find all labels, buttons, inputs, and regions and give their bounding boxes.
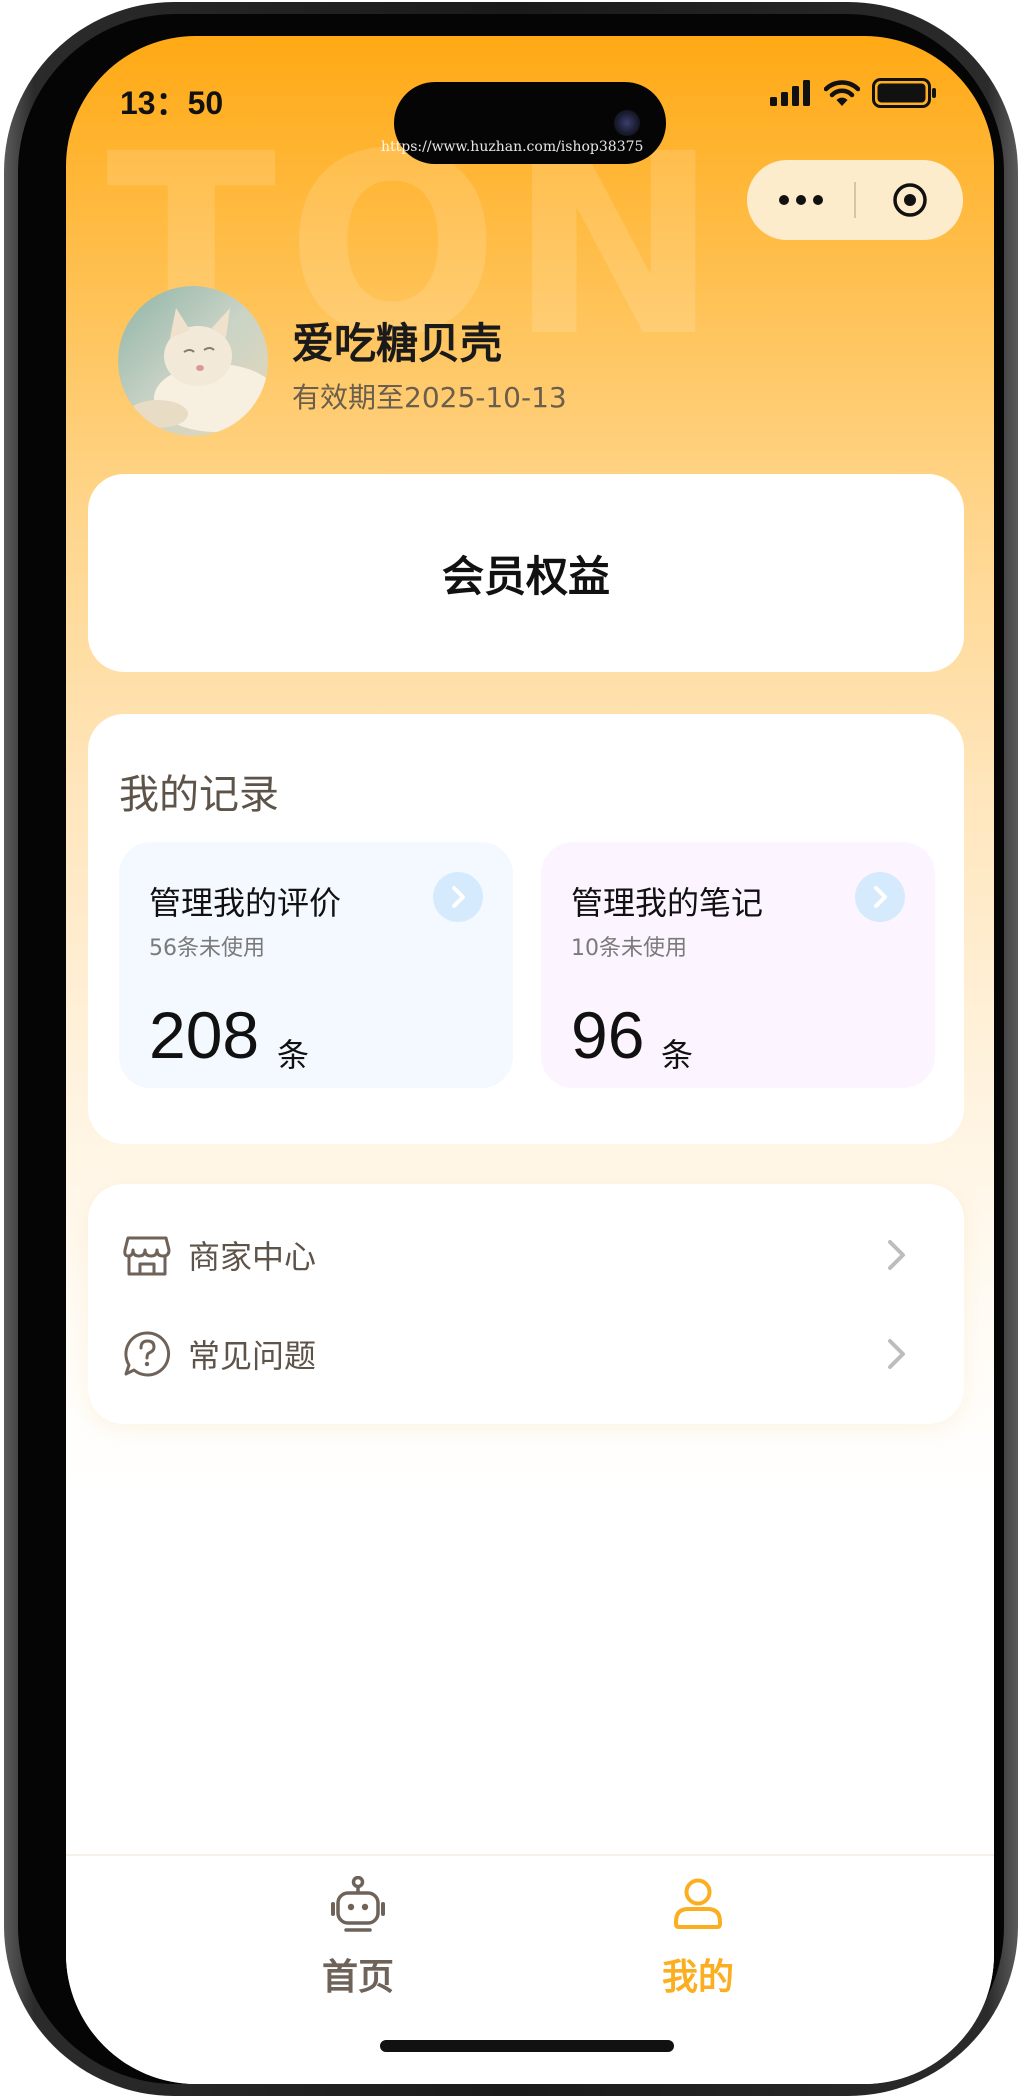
- menu-item-label: 商家中心: [188, 1238, 317, 1276]
- membership-expiry: 有效期至2025-10-13: [292, 381, 567, 414]
- menu-item-merchant-center[interactable]: 商家中心: [88, 1210, 964, 1300]
- home-indicator[interactable]: [380, 2040, 674, 2052]
- stat-title: 管理我的笔记: [571, 884, 764, 922]
- battery-icon: [872, 78, 936, 108]
- stat-unit: 条: [661, 1036, 694, 1074]
- stat-unused-count: 56条未使用: [149, 936, 265, 961]
- help-bubble-icon: [124, 1331, 171, 1377]
- tab-mine[interactable]: 我的: [628, 1876, 768, 1998]
- notes-stat-card[interactable]: 管理我的笔记 10条未使用 96 条: [541, 842, 935, 1088]
- target-circle-icon[interactable]: [856, 181, 963, 219]
- menu-item-label: 常见问题: [188, 1337, 317, 1375]
- mini-program-capsule: [747, 160, 963, 240]
- tab-label: 我的: [661, 1957, 734, 1998]
- wifi-icon: [824, 79, 860, 106]
- signal-icon: [770, 80, 810, 106]
- tab-home[interactable]: 首页: [288, 1876, 428, 1998]
- records-title: 我的记录: [119, 772, 279, 818]
- stat-title: 管理我的评价: [149, 884, 342, 922]
- reviews-stat-card[interactable]: 管理我的评价 56条未使用 208 条: [119, 842, 513, 1088]
- phone-bezel: TON 13：50 https://www.huzhan.com/ishop38…: [18, 14, 1004, 2084]
- camera-icon: [614, 110, 640, 136]
- chevron-right-icon: [888, 1339, 905, 1369]
- stat-value: 208: [149, 998, 260, 1072]
- menu-item-faq[interactable]: 常见问题: [88, 1309, 964, 1399]
- member-benefits-card[interactable]: 会员权益: [88, 474, 964, 672]
- chevron-right-icon[interactable]: [855, 872, 905, 922]
- status-indicators: [770, 78, 938, 108]
- phone-frame: TON 13：50 https://www.huzhan.com/ishop38…: [4, 2, 1018, 2096]
- stat-unused-count: 10条未使用: [571, 936, 687, 961]
- my-records-card: 我的记录 管理我的评价 56条未使用 208 条 管理我的笔记 10条未使用 9…: [88, 714, 964, 1144]
- url-watermark: https://www.huzhan.com/ishop38375: [381, 139, 644, 155]
- chevron-right-icon: [888, 1240, 905, 1270]
- member-benefits-title: 会员权益: [442, 543, 610, 604]
- tab-label: 首页: [321, 1957, 394, 1998]
- username: 爱吃糖贝壳: [292, 319, 503, 368]
- menu-card: 商家中心 常见问题: [88, 1184, 964, 1424]
- chevron-right-icon[interactable]: [433, 872, 483, 922]
- store-icon: [123, 1236, 171, 1276]
- app-screen: TON 13：50 https://www.huzhan.com/ishop38…: [66, 36, 994, 2084]
- avatar[interactable]: [118, 286, 268, 436]
- status-time: 13：50: [120, 85, 224, 121]
- stat-value: 96: [571, 998, 645, 1072]
- robot-icon: [331, 1876, 385, 1932]
- stat-unit: 条: [277, 1036, 310, 1074]
- user-icon: [674, 1878, 722, 1929]
- more-dots-icon[interactable]: [747, 195, 854, 205]
